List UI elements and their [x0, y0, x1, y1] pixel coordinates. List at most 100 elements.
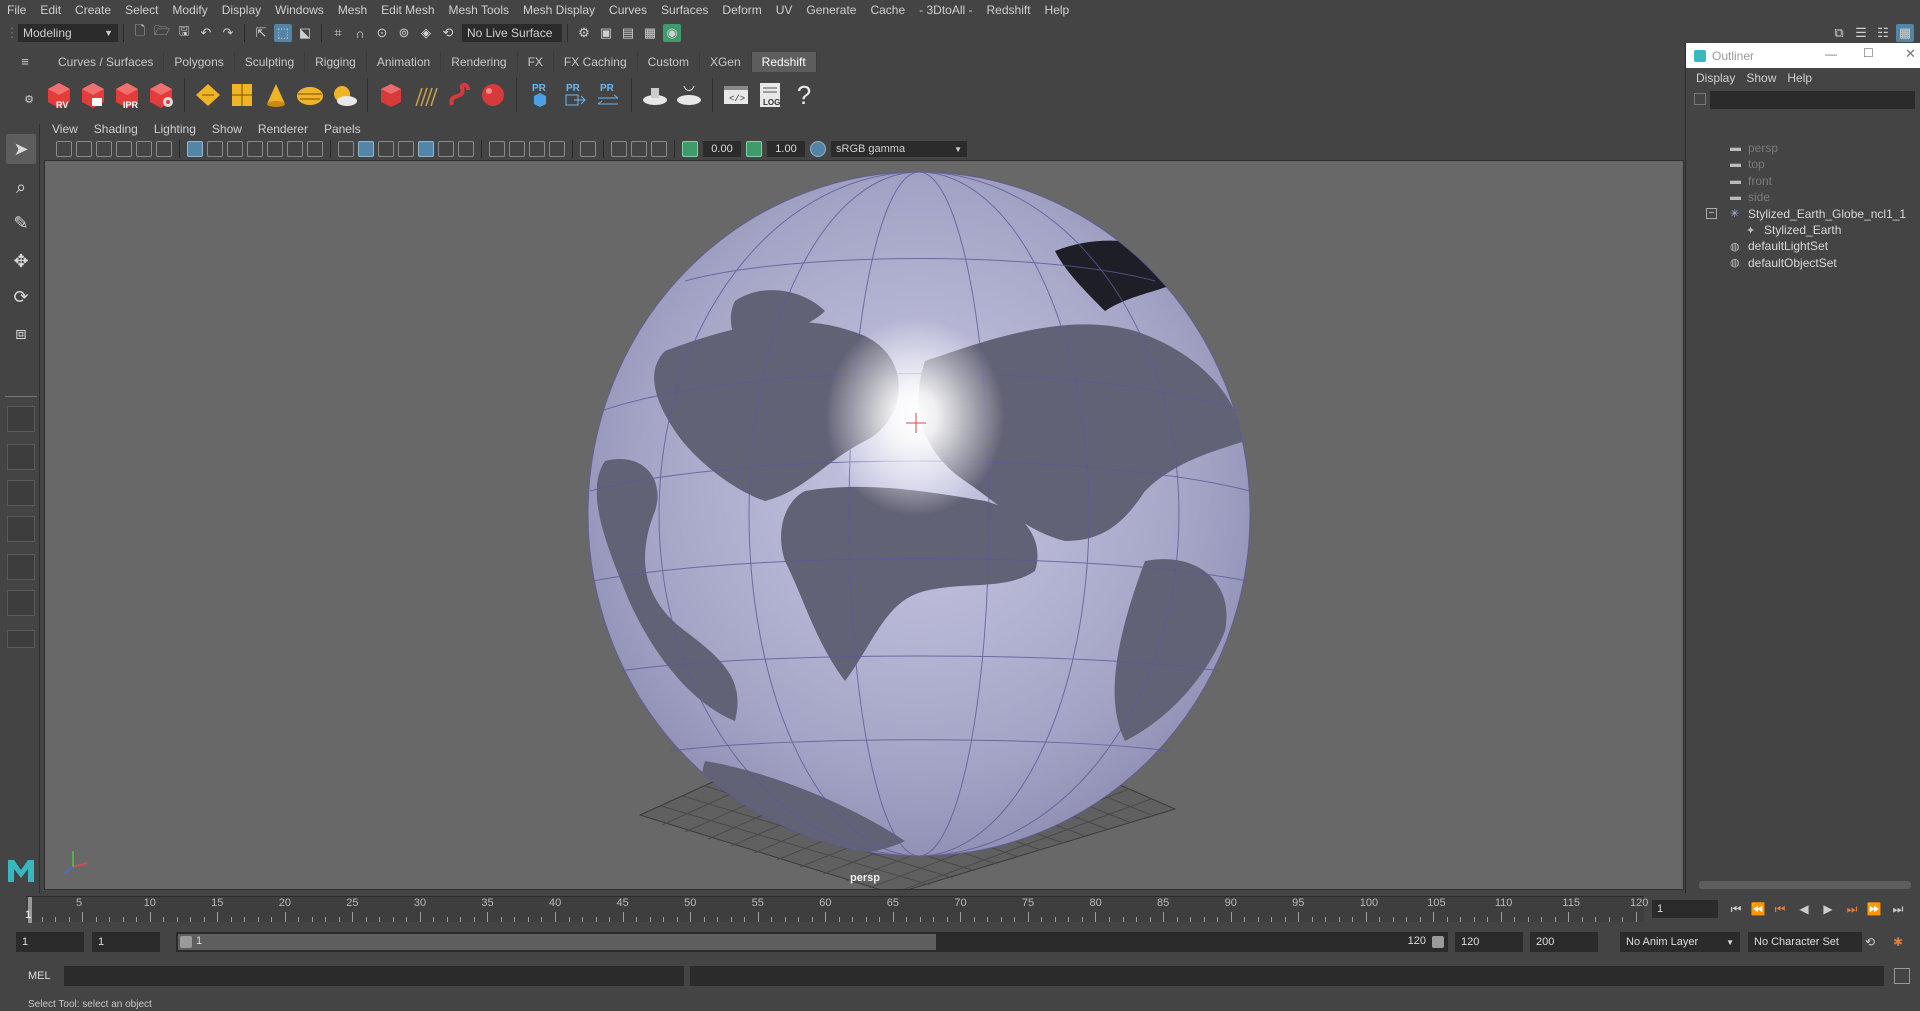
panel-menu-item[interactable]: Renderer	[250, 122, 316, 136]
move-tool-icon[interactable]: ✥	[6, 246, 36, 276]
two-stacked-layout-icon[interactable]	[7, 516, 35, 542]
menu-item[interactable]: Deform	[715, 3, 768, 17]
menu-item[interactable]: Cache	[863, 3, 912, 17]
minimize-icon[interactable]: —	[1825, 47, 1837, 61]
shelf-tab[interactable]: Rigging	[305, 52, 367, 72]
wireframe-on-shaded-icon[interactable]	[398, 141, 414, 157]
shelf-tab[interactable]: XGen	[700, 52, 752, 72]
open-scene-icon[interactable]: 🗁	[153, 23, 171, 42]
playback-start-field[interactable]: 1	[92, 932, 160, 952]
use-all-lights-icon[interactable]	[438, 141, 454, 157]
menu-item[interactable]: Select	[118, 3, 165, 17]
channel-box-icon[interactable]: ▦	[1896, 24, 1914, 42]
select-tool-icon[interactable]: ➤	[6, 134, 36, 164]
rs-sun-sky-icon[interactable]	[329, 78, 359, 112]
outliner-item[interactable]: − ✳ Stylized_Earth_Globe_ncl1_1	[1706, 205, 1906, 223]
render-settings-icon[interactable]: ⚙	[575, 24, 593, 42]
textured-icon[interactable]	[418, 141, 434, 157]
end-frame-field[interactable]: 200	[1530, 932, 1598, 952]
menu-item[interactable]: Mesh Display	[516, 3, 602, 17]
ipr-render-icon[interactable]: ▤	[619, 24, 637, 42]
script-language-label[interactable]: MEL	[28, 970, 51, 982]
more-layouts-icon[interactable]	[7, 630, 35, 648]
single-perspective-layout-icon[interactable]	[7, 406, 35, 432]
outliner-filter-icon[interactable]	[1694, 93, 1706, 105]
camera-attributes-icon[interactable]	[76, 141, 92, 157]
render-view-icon[interactable]: ▦	[641, 24, 659, 42]
range-slider-handle[interactable]	[178, 934, 937, 950]
menu-item[interactable]: - 3DtoAll -	[912, 3, 979, 17]
redshift-settings-icon[interactable]	[146, 78, 176, 112]
bookmark-icon[interactable]	[96, 141, 112, 157]
rs-pr-transfer-icon[interactable]: PR	[593, 78, 623, 112]
safe-action-icon[interactable]	[287, 141, 303, 157]
shelf-tab[interactable]: Polygons	[164, 52, 235, 72]
rs-script-editor-icon[interactable]: </>	[721, 78, 751, 112]
menu-item[interactable]: File	[0, 3, 33, 17]
redshift-render-view-icon[interactable]: RV	[44, 78, 74, 112]
rotate-tool-icon[interactable]: ⟳	[6, 282, 36, 312]
anim-layer-dropdown[interactable]: No Anim Layer ▼	[1620, 932, 1740, 952]
panel-menu-item[interactable]: Show	[204, 122, 250, 136]
make-live-icon[interactable]: ⟲	[439, 24, 457, 42]
shelf-tab[interactable]: Animation	[367, 52, 442, 72]
panel-menu-item[interactable]: Shading	[86, 122, 146, 136]
rs-hair-icon[interactable]	[410, 78, 440, 112]
attribute-editor-icon[interactable]: ☰	[1852, 24, 1870, 42]
shelf-tab[interactable]: Custom	[638, 52, 700, 72]
save-scene-icon[interactable]: 🖫	[175, 23, 193, 42]
perspective-viewport[interactable]: persp	[44, 160, 1684, 890]
menu-item[interactable]: Display	[215, 3, 268, 17]
select-object-icon[interactable]: ⬚	[274, 24, 292, 42]
outliner-search-input[interactable]	[1710, 91, 1915, 109]
current-frame-field[interactable]: 1	[1652, 900, 1718, 918]
outliner-menu-item[interactable]: Display	[1693, 71, 1743, 85]
outliner-item[interactable]: ◍ defaultLightSet	[1730, 237, 1828, 255]
step-forward-frame-icon[interactable]: ⏩	[1866, 902, 1882, 916]
menu-item[interactable]: Redshift	[980, 3, 1038, 17]
camera-select-icon[interactable]	[56, 141, 72, 157]
three-panel-layout-icon[interactable]	[7, 554, 35, 580]
snap-view-icon[interactable]: ⊚	[395, 24, 413, 42]
paint-select-tool-icon[interactable]: ✎	[6, 208, 36, 238]
smooth-shade-icon[interactable]	[358, 141, 374, 157]
modeling-toolkit-icon[interactable]: ⧉	[1830, 24, 1848, 42]
rs-baking-icon[interactable]	[640, 78, 670, 112]
step-back-key-icon[interactable]: ⏮	[1772, 902, 1788, 916]
outliner-item[interactable]: ▬ front	[1730, 172, 1772, 190]
shelf-menu-icon[interactable]: ≡	[16, 52, 34, 70]
four-view-layout-icon[interactable]	[7, 444, 35, 470]
time-ruler[interactable]: 5 10 15 20 25 30 35 40 45 50 55 60 65 70 75 80 85 90 95 100…	[25, 896, 1648, 923]
panel-menu-item[interactable]: Lighting	[146, 122, 204, 136]
new-scene-icon[interactable]: 🗋	[131, 23, 149, 42]
close-icon[interactable]: ✕	[1905, 46, 1916, 62]
shelf-tab[interactable]: Rendering	[441, 52, 518, 72]
panel-menu-item[interactable]: View	[44, 122, 86, 136]
field-chart-icon[interactable]	[267, 141, 283, 157]
exposure-field[interactable]: 0.00	[703, 141, 741, 157]
two-side-layout-icon[interactable]	[7, 480, 35, 506]
menu-item[interactable]: Mesh Tools	[442, 3, 516, 17]
shelf-tab[interactable]: FX Caching	[554, 52, 638, 72]
auto-key-icon[interactable]: ⟲	[1862, 935, 1878, 949]
rs-area-light-icon[interactable]	[193, 78, 223, 112]
shelf-settings-icon[interactable]: ⚙	[20, 90, 38, 108]
menuset-dropdown[interactable]: Modeling ▼	[18, 24, 118, 42]
snap-curve-icon[interactable]: ∩	[351, 24, 369, 42]
menu-item[interactable]: Help	[1038, 3, 1077, 17]
menu-item[interactable]: Modify	[165, 3, 214, 17]
go-to-start-icon[interactable]: ⏮	[1728, 902, 1744, 916]
shelf-tab[interactable]: Curves / Surfaces	[48, 52, 165, 72]
default-material-icon[interactable]	[378, 141, 394, 157]
grip-handle-icon[interactable]: ⋮	[6, 24, 19, 42]
outliner-hscrollbar[interactable]	[1699, 881, 1911, 889]
color-management-icon[interactable]	[810, 141, 826, 157]
shelf-tab[interactable]: FX	[518, 52, 554, 72]
redo-icon[interactable]: ↷	[219, 24, 237, 42]
rs-spot-light-icon[interactable]	[261, 78, 291, 112]
xray-icon[interactable]	[611, 141, 627, 157]
scale-tool-icon[interactable]: ⧈	[6, 318, 36, 348]
render-frame-icon[interactable]: ▣	[597, 24, 615, 42]
xray-joints-icon[interactable]	[651, 141, 667, 157]
rs-help-icon[interactable]: ?	[789, 78, 819, 112]
